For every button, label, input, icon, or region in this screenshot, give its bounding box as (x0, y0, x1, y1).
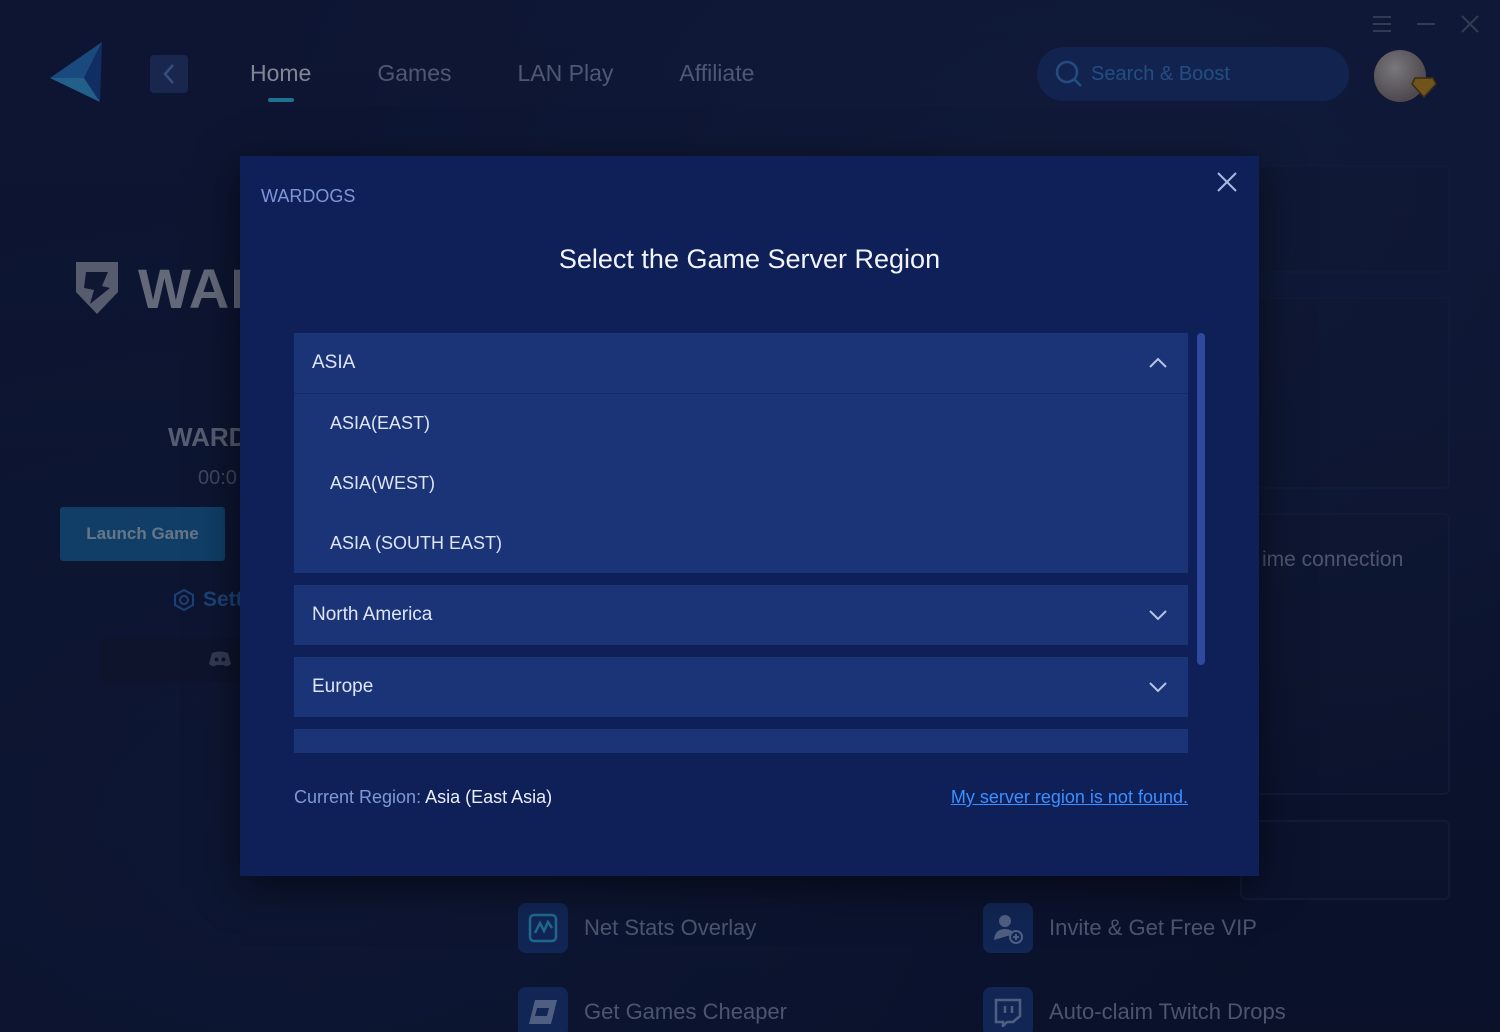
modal-title: Select the Game Server Region (558, 244, 941, 274)
region-name: ASIA (312, 352, 356, 373)
region-list-scrollbar[interactable] (1197, 333, 1205, 665)
region-group-partial (294, 729, 1188, 753)
modal-game-label: WARDOGS (261, 186, 356, 206)
server-region-modal: WARDOGS Select the Game Server Region AS… (240, 156, 1259, 876)
current-region: Current Region: Asia (East Asia) (294, 787, 552, 808)
modal-close-button[interactable] (1213, 168, 1241, 196)
chevron-down-icon (1149, 610, 1167, 621)
region-group-asia: ASIA ASIA(EAST) ASIA(WEST) ASIA (SOUTH E… (294, 333, 1188, 573)
region-list: ASIA ASIA(EAST) ASIA(WEST) ASIA (SOUTH E… (294, 333, 1188, 753)
region-group-europe: Europe (294, 657, 1188, 717)
region-header-asia[interactable]: ASIA (294, 333, 1188, 393)
region-option-asia-west[interactable]: ASIA(WEST) (294, 453, 1188, 513)
region-name: North America (312, 604, 433, 625)
current-region-value: Asia (East Asia) (425, 787, 553, 807)
region-option-asia-east[interactable]: ASIA(EAST) (294, 393, 1188, 453)
region-header-europe[interactable]: Europe (294, 657, 1188, 717)
region-group-north-america: North America (294, 585, 1188, 645)
chevron-up-icon (1149, 357, 1167, 368)
close-icon (1217, 172, 1237, 192)
region-header-partial[interactable] (294, 729, 1188, 753)
region-not-found-link[interactable]: My server region is not found. (951, 787, 1188, 808)
region-name: Europe (312, 676, 374, 697)
region-header-north-america[interactable]: North America (294, 585, 1188, 645)
current-region-label: Current Region: (294, 787, 422, 807)
region-option-asia-south-east[interactable]: ASIA (SOUTH EAST) (294, 513, 1188, 573)
chevron-down-icon (1149, 682, 1167, 693)
